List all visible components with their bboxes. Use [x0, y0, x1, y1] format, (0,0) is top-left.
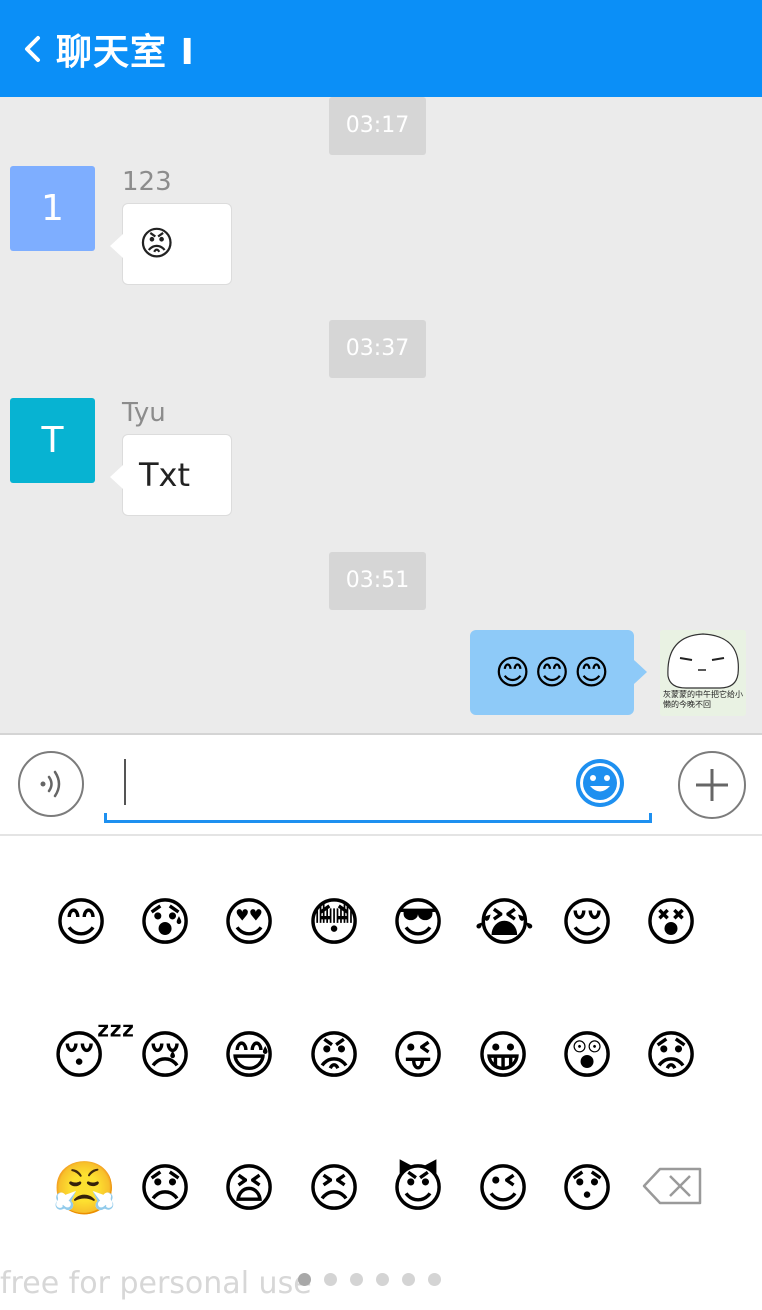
emoji-key[interactable]: 😳 [305, 894, 363, 952]
page-dot[interactable] [376, 1273, 389, 1286]
chevron-left-icon [25, 35, 40, 62]
page-dot[interactable] [428, 1273, 441, 1286]
emoji-key[interactable]: 😎 [389, 894, 447, 952]
avatar-letter: T [41, 420, 64, 461]
emoji-key[interactable]: 😢 [136, 1027, 194, 1085]
more-options-button[interactable] [678, 751, 746, 819]
message-text: Txt [139, 456, 191, 494]
message-input[interactable] [104, 747, 652, 823]
message-list[interactable]: 03:17 1 123 😡 03:37 T Tyu Txt 03:51 😊 😊 … [0, 97, 762, 733]
message-bubble[interactable]: 😡 [110, 203, 232, 285]
emoji-key[interactable]: 😟 [642, 1027, 700, 1085]
emoji-key[interactable]: 😈 [389, 1160, 447, 1218]
smiling-face-emoji: 😊 [494, 652, 531, 693]
watermark-text: free for personal use [0, 1266, 312, 1301]
emoji-key[interactable]: 😰 [136, 894, 194, 952]
page-dot[interactable] [350, 1273, 363, 1286]
page-dot[interactable] [324, 1273, 337, 1286]
emoji-key[interactable]: 😴 [52, 1027, 135, 1085]
outgoing-message-bubble[interactable]: 😊 😊 😊 [470, 630, 647, 715]
plus-icon [696, 769, 728, 801]
emoji-key[interactable]: 😵 [642, 894, 700, 952]
emoji-key[interactable]: 😫 [220, 1160, 278, 1218]
page-dot[interactable] [402, 1273, 415, 1286]
text-caret [124, 759, 126, 805]
emoji-key[interactable]: 😉 [474, 1160, 532, 1218]
emoji-key[interactable]: 😀 [474, 1027, 532, 1085]
sender-name: Tyu [122, 398, 166, 428]
emoji-key[interactable]: 😜 [389, 1027, 447, 1085]
backspace-icon[interactable] [640, 1161, 706, 1211]
voice-wave-icon [40, 770, 61, 798]
sender-name: 123 [122, 167, 172, 197]
emoji-key[interactable]: 😍 [220, 894, 278, 952]
timestamp: 03:37 [329, 320, 426, 378]
angry-face-emoji: 😡 [139, 224, 175, 264]
emoji-key[interactable]: 😞 [136, 1160, 194, 1218]
my-avatar[interactable]: 灰蒙蒙的中午把它给小懒的今晚不回 [660, 630, 746, 716]
input-underline [104, 820, 652, 823]
smiling-face-emoji: 😊 [534, 652, 570, 693]
top-bar: 聊天室 I [0, 0, 762, 97]
sticker-caption: 灰蒙蒙的中午把它给小懒的今晚不回 [663, 690, 743, 709]
emoji-panel: 😊 😰 😍 😳 😎 😭 😌 😵 😴 😢 😅 😡 😜 😀 😲 😟 😤 😞 😫 😣 … [0, 836, 762, 1310]
emoji-key[interactable]: 😯 [558, 1160, 616, 1218]
smiling-face-emoji: 😊 [573, 652, 610, 693]
input-bar [0, 733, 762, 836]
message-bubble[interactable]: Txt [110, 434, 232, 516]
emoji-key[interactable]: 😊 [52, 894, 110, 952]
input-underline-tick [649, 813, 652, 823]
timestamp: 03:51 [329, 552, 426, 610]
emoji-key[interactable]: 😅 [220, 1027, 278, 1085]
back-button[interactable] [14, 29, 50, 69]
timestamp: 03:17 [329, 97, 426, 155]
input-underline-tick [104, 813, 107, 823]
avatar[interactable]: T [10, 398, 95, 483]
avatar[interactable]: 1 [10, 166, 95, 251]
emoji-toggle-icon[interactable] [574, 757, 626, 809]
emoji-key[interactable]: 😡 [305, 1027, 363, 1085]
emoji-key[interactable]: 😭 [474, 894, 535, 952]
voice-button[interactable] [18, 751, 84, 817]
page-dot-active[interactable] [298, 1273, 311, 1286]
page-title: 聊天室 I [56, 31, 195, 73]
emoji-key[interactable]: 😲 [558, 1027, 616, 1085]
emoji-key[interactable]: 😌 [558, 894, 616, 952]
emoji-key[interactable]: 😤 [52, 1160, 117, 1218]
avatar-letter: 1 [41, 188, 64, 229]
page-indicator [298, 1273, 441, 1286]
emoji-key[interactable]: 😣 [305, 1160, 363, 1218]
